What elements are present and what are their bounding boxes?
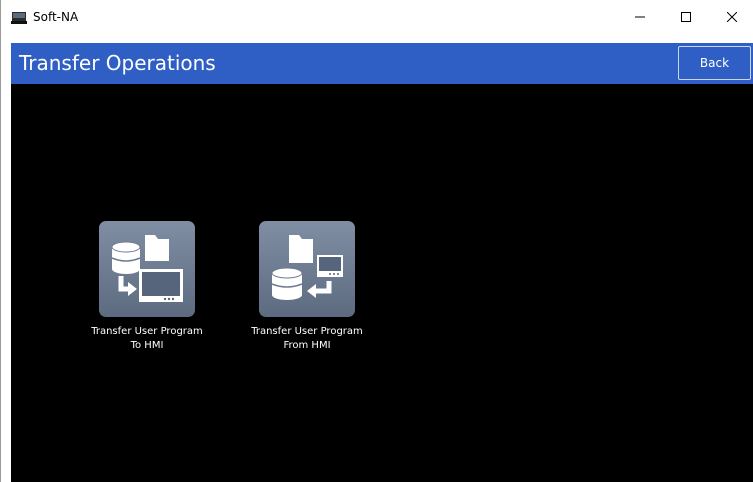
close-button[interactable]	[709, 0, 753, 34]
tile-label-line2: From HMI	[283, 340, 331, 351]
tile-label-line2: To HMI	[130, 340, 164, 351]
title-bar[interactable]: Soft-NA	[1, 0, 753, 34]
minimize-icon	[635, 12, 645, 22]
transfer-to-hmi-tile[interactable]: Transfer User Program To HMI	[77, 221, 217, 381]
main-content: Transfer User Program To HMI Transfer Us…	[11, 84, 753, 482]
page-title: Transfer Operations	[19, 51, 216, 75]
transfer-to-hmi-icon	[99, 221, 195, 317]
page-header: Transfer Operations Back	[11, 43, 753, 84]
hmi-monitor-icon	[11, 10, 27, 24]
maximize-icon	[681, 12, 691, 22]
back-button[interactable]: Back	[678, 46, 751, 80]
transfer-from-hmi-tile[interactable]: Transfer User Program From HMI	[237, 221, 377, 381]
minimize-button[interactable]	[617, 0, 663, 34]
tile-label-line1: Transfer User Program	[91, 326, 203, 337]
maximize-button[interactable]	[663, 0, 709, 34]
window-title: Soft-NA	[33, 10, 79, 24]
tile-label: Transfer User Program From HMI	[237, 325, 377, 353]
transfer-from-hmi-icon	[259, 221, 355, 317]
tile-label-line1: Transfer User Program	[251, 326, 363, 337]
close-icon	[727, 12, 737, 22]
tile-label: Transfer User Program To HMI	[77, 325, 217, 353]
app-window: Soft-NA Transfer Operations Back Transfe…	[0, 0, 753, 482]
